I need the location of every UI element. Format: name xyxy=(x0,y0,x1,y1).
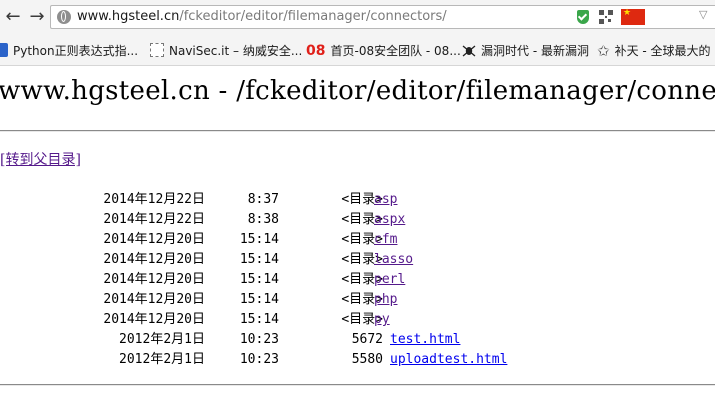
directory-row: 2014年12月20日 15:14 <目录> php xyxy=(0,290,715,310)
url-text[interactable]: www.hgsteel.cn/fckeditor/editor/filemana… xyxy=(77,9,447,24)
file-size: 5580 xyxy=(351,352,383,367)
directory-row: 2014年12月20日 15:14 <目录> cfm xyxy=(0,230,715,250)
bookmark-label: 首页-08安全团队 - 08... xyxy=(330,44,461,58)
chevron-down-icon[interactable]: ▽ xyxy=(699,8,707,21)
modified-time: 8:38 xyxy=(247,212,279,227)
modified-time: 10:23 xyxy=(239,332,279,347)
bookmark-label: 漏洞时代 - 最新漏洞 xyxy=(481,44,589,58)
directory-row: 2014年12月22日 8:37 <目录> asp xyxy=(0,190,715,210)
directory-link[interactable]: aspx xyxy=(374,210,405,230)
bookmark-label: 补天 - 全球最大的 xyxy=(614,44,711,58)
file-row: 2012年2月1日 10:23 5580 uploadtest.html xyxy=(0,350,715,370)
blue-square-icon xyxy=(0,43,8,57)
directory-link[interactable]: py xyxy=(374,310,390,330)
address-bar[interactable]: www.hgsteel.cn/fckeditor/editor/filemana… xyxy=(50,5,715,29)
bookmark-label: NaviSec.it – 纳威安全... xyxy=(169,44,303,58)
modified-date: 2014年12月20日 xyxy=(103,232,205,247)
file-link[interactable]: uploadtest.html xyxy=(390,350,507,370)
08-logo-icon: 08 xyxy=(306,43,326,59)
navigation-bar: ← → www.hgsteel.cn/fckeditor/editor/file… xyxy=(0,0,715,36)
modified-date: 2014年12月22日 xyxy=(103,192,205,207)
bookmarks-toolbar: Python正则表达式指... NaviSec.it – 纳威安全... 08 首… xyxy=(0,36,715,66)
directory-row: 2014年12月20日 15:14 <目录> lasso xyxy=(0,250,715,270)
qr-code-icon[interactable] xyxy=(599,10,613,24)
directory-link[interactable]: lasso xyxy=(374,250,413,270)
modified-date: 2012年2月1日 xyxy=(119,352,205,367)
globe-icon xyxy=(57,10,71,24)
modified-date: 2014年12月20日 xyxy=(103,312,205,327)
bookmark-loudong[interactable]: 漏洞时代 - 最新漏洞 xyxy=(462,42,589,60)
top-divider xyxy=(0,130,715,132)
url-path: /fckeditor/editor/filemanager/connectors… xyxy=(179,9,447,24)
bug-icon xyxy=(462,45,476,57)
modified-time: 15:14 xyxy=(239,272,279,287)
modified-time: 15:14 xyxy=(239,312,279,327)
directory-link[interactable]: asp xyxy=(374,190,397,210)
page-content: www.hgsteel.cn - /fckeditor/editor/filem… xyxy=(0,67,715,410)
modified-date: 2014年12月20日 xyxy=(103,292,205,307)
page-title: www.hgsteel.cn - /fckeditor/editor/filem… xyxy=(0,76,715,106)
modified-time: 15:14 xyxy=(239,252,279,267)
modified-date: 2014年12月20日 xyxy=(103,272,205,287)
directory-link[interactable]: perl xyxy=(374,270,405,290)
directory-link[interactable]: cfm xyxy=(374,230,397,250)
file-row: 2012年2月1日 10:23 5672 test.html xyxy=(0,330,715,350)
forward-arrow-icon[interactable]: → xyxy=(26,6,48,28)
bottom-divider xyxy=(0,384,715,386)
bookmark-08sec[interactable]: 08 首页-08安全团队 - 08... xyxy=(306,42,461,60)
file-size: 5672 xyxy=(351,332,383,347)
modified-time: 15:14 xyxy=(239,232,279,247)
url-host: www.hgsteel.cn xyxy=(77,9,180,24)
directory-row: 2014年12月20日 15:14 <目录> py xyxy=(0,310,715,330)
star-icon: ✩ xyxy=(597,42,610,60)
modified-time: 10:23 xyxy=(239,352,279,367)
back-arrow-icon[interactable]: ← xyxy=(2,6,24,28)
browser-window: ← → www.hgsteel.cn/fckeditor/editor/file… xyxy=(0,0,715,410)
directory-link[interactable]: php xyxy=(374,290,397,310)
directory-row: 2014年12月20日 15:14 <目录> perl xyxy=(0,270,715,290)
file-link[interactable]: test.html xyxy=(390,330,460,350)
bookmark-butian[interactable]: ✩ 补天 - 全球最大的 xyxy=(597,42,711,60)
modified-time: 15:14 xyxy=(239,292,279,307)
shield-check-icon[interactable] xyxy=(577,10,589,24)
modified-date: 2014年12月20日 xyxy=(103,252,205,267)
bookmark-python-regex[interactable]: Python正则表达式指... xyxy=(0,42,138,60)
china-flag-icon[interactable] xyxy=(621,8,645,25)
directory-row: 2014年12月22日 8:38 <目录> aspx xyxy=(0,210,715,230)
page-icon xyxy=(150,43,164,57)
modified-time: 8:37 xyxy=(247,192,279,207)
parent-directory-link[interactable]: [转到父目录] xyxy=(0,149,81,169)
modified-date: 2014年12月22日 xyxy=(103,212,205,227)
bookmark-label: Python正则表达式指... xyxy=(13,44,139,58)
bookmark-navisec[interactable]: NaviSec.it – 纳威安全... xyxy=(150,42,302,60)
modified-date: 2012年2月1日 xyxy=(119,332,205,347)
